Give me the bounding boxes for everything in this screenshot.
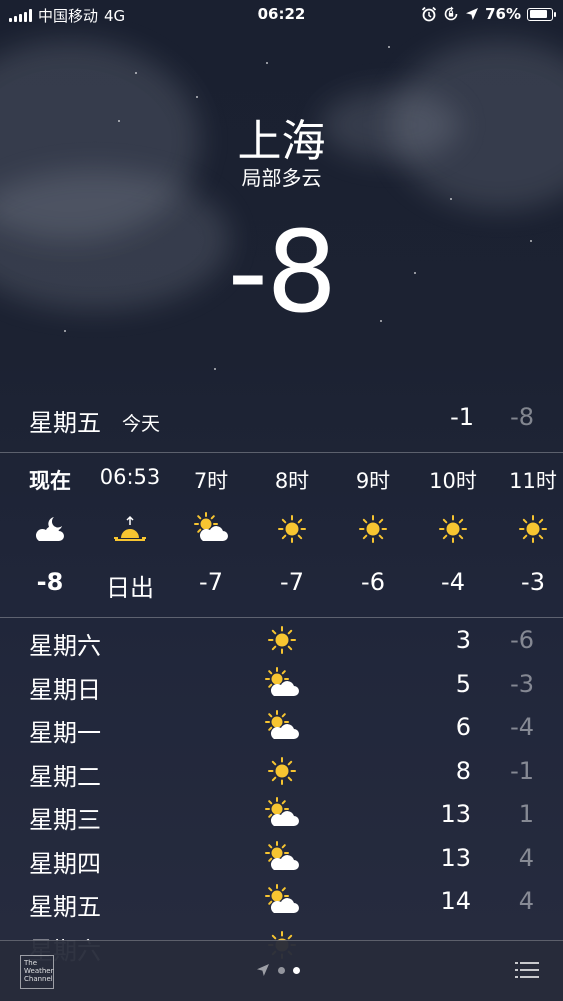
daily-low: -4	[510, 713, 534, 741]
sun-cloud-icon	[262, 840, 302, 876]
sun-icon	[262, 753, 302, 789]
sunrise-icon	[110, 511, 150, 547]
daily-low: -6	[510, 626, 534, 654]
battery-percent: 76%	[485, 5, 521, 23]
hourly-item: 7时 -7	[171, 453, 251, 617]
sun-cloud-icon	[262, 796, 302, 832]
hourly-item: 现在 -8	[10, 453, 90, 617]
city-name: 上海	[237, 116, 326, 167]
status-bar: 中国移动 4G 06:22 76%	[0, 0, 563, 28]
weather-channel-logo[interactable]: The Weather Channel	[20, 955, 54, 989]
daily-day: 星期五	[29, 893, 101, 921]
daily-day: 星期日	[29, 675, 101, 704]
hourly-item: 10时 -4	[413, 453, 493, 617]
daily-low: -3	[510, 669, 534, 698]
daily-high: 3	[455, 626, 471, 654]
daily-low: -1	[510, 756, 534, 785]
sun-cloud-icon	[262, 666, 302, 702]
hourly-time: 10时	[429, 469, 477, 493]
hourly-temperature: -7	[280, 568, 304, 596]
hourly-temperature: -7	[199, 568, 223, 596]
daily-low: 4	[518, 887, 534, 915]
daily-day: 星期四	[29, 849, 101, 878]
hourly-time: 现在	[29, 469, 71, 493]
daily-high: 14	[440, 887, 471, 915]
battery-icon	[527, 7, 556, 21]
today-day: 星期五	[29, 409, 101, 437]
daily-high: 5	[455, 669, 471, 698]
hourly-time: 9时	[355, 469, 391, 493]
sun-icon	[272, 511, 312, 547]
daily-row: 星期六 3 -6	[0, 620, 563, 664]
hourly-temperature: 日出	[106, 574, 154, 602]
daily-low: 1	[518, 800, 534, 828]
weather-condition: 局部多云	[241, 166, 322, 190]
daily-row: 星期一 6 -4	[0, 707, 563, 751]
hourly-time: 06:53	[99, 465, 161, 489]
daily-day: 星期六	[29, 632, 101, 660]
hourly-temperature: -3	[521, 568, 545, 596]
daily-row: 星期四 13 4	[0, 838, 563, 882]
sun-icon	[433, 511, 473, 547]
hourly-time: 8时	[274, 469, 310, 493]
page-dot	[278, 966, 285, 974]
divider-bottom	[0, 617, 563, 618]
bottom-bar: The Weather Channel	[0, 940, 563, 1001]
sun-icon	[513, 511, 553, 547]
today-low: -8	[510, 403, 534, 431]
hourly-item: 9时 -6	[333, 453, 413, 617]
sun-icon	[353, 511, 393, 547]
sun-cloud-icon	[262, 883, 302, 919]
daily-high: 13	[440, 800, 471, 828]
daily-high: 6	[455, 713, 471, 741]
alarm-icon	[421, 6, 437, 22]
daily-row: 星期二 8 -1	[0, 751, 563, 795]
hourly-item: 8时 -7	[252, 453, 332, 617]
daily-row: 星期三 13 1	[0, 794, 563, 838]
page-dot-active	[293, 966, 300, 974]
hourly-time: 11时	[509, 469, 557, 493]
location-icon	[466, 8, 479, 20]
today-high: -1	[450, 403, 474, 431]
page-indicator[interactable]	[256, 963, 300, 977]
daily-row: 星期五 14 4	[0, 881, 563, 925]
daily-day: 星期三	[29, 806, 101, 834]
daily-high: 13	[440, 843, 471, 872]
sun-icon	[262, 622, 302, 658]
orientation-lock-icon	[444, 6, 458, 21]
hourly-item: 06:53 日出	[90, 453, 170, 617]
daily-day: 星期一	[29, 719, 101, 747]
hourly-item: 11时 -3	[493, 453, 563, 617]
location-arrow-icon	[257, 964, 269, 976]
hourly-forecast[interactable]: 现在 -8 06:53 日出 7时 -7 8时 -7 9时 -6 10时 -4 11时 -3	[0, 453, 563, 617]
hourly-temperature: -4	[441, 568, 465, 596]
sun-cloud-icon	[191, 511, 231, 547]
list-icon[interactable]	[515, 961, 539, 979]
today-tag: 今天	[122, 413, 161, 435]
daily-day: 星期二	[29, 762, 101, 791]
today-summary: 星期五 今天 -1 -8	[29, 403, 534, 439]
daily-row: 星期日 5 -3	[0, 664, 563, 708]
hourly-temperature: -6	[361, 568, 385, 596]
hourly-temperature: -8	[36, 568, 64, 596]
daily-high: 8	[455, 756, 471, 785]
current-temperature: -8	[227, 208, 338, 338]
moon-cloud-icon	[30, 511, 70, 547]
sun-cloud-icon	[262, 709, 302, 745]
daily-low: 4	[518, 843, 534, 872]
hourly-time: 7时	[193, 469, 229, 493]
